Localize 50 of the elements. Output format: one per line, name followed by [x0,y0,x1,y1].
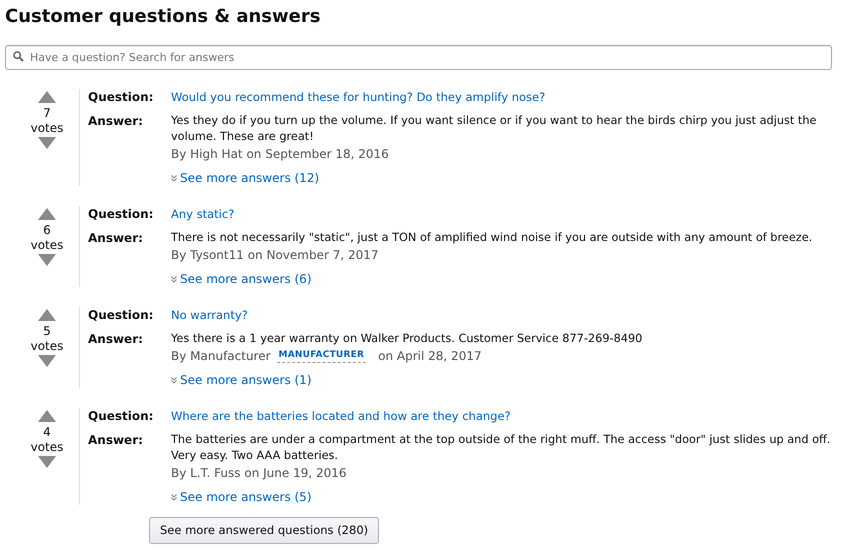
vote-count: 7 [43,105,51,121]
see-more-answers-link[interactable]: See more answers (1) [180,372,312,388]
votes-label: votes [30,121,64,135]
byline: By High Hat on September 18, 2016 [171,146,389,162]
votes-label: votes [30,440,64,454]
search-icon [13,51,24,62]
double-chevron-icon [171,494,177,500]
question-link[interactable]: Where are the batteries located and how are they change? [171,408,511,424]
manufacturer-badge: MANUFACTURER [276,348,366,364]
answer-text: There is not necessarily "static", just a TON of amplified wind noise if you are outside with any amount of breeze. [171,230,812,246]
vote-count: 6 [43,222,51,238]
upvote-icon[interactable] [38,309,56,321]
byline: By L.T. Fuss on June 19, 2016 [171,465,346,481]
see-more-answers-link[interactable]: See more answers (12) [180,170,320,186]
answer-label: Answer: [88,230,144,246]
double-chevron-icon [171,174,177,182]
downvote-icon[interactable] [38,254,56,266]
question-link[interactable]: Would you recommend these for hunting? Do they amplify nose? [171,89,546,105]
byline: By Tysont11 on November 7, 2017 [171,247,379,263]
question-label: Question: [88,408,154,424]
double-chevron-icon [171,276,177,282]
votes-label: votes [30,339,64,353]
question-label: Question: [88,89,154,105]
answer-label: Answer: [88,113,144,129]
see-more-questions-button[interactable]: See more answered questions (280) [149,517,380,544]
downvote-icon[interactable] [38,355,56,367]
answer-text: Yes there is a 1 year warranty on Walker Products. Customer Service 877-269-8490 [171,331,642,347]
see-more-answers-link[interactable]: See more answers (6) [180,271,312,287]
upvote-icon[interactable] [38,208,56,220]
answer-label: Answer: [88,331,144,347]
byline: By Manufacturer [171,348,271,364]
answer-text: Yes they do if you turn up the volume. If you want silence or if you want to hear the birds chirp you just adjust the volume. These are great! [171,113,818,145]
double-chevron-icon [171,376,177,384]
question-link[interactable]: Any static? [171,206,234,222]
page-title: Customer questions & answers [5,6,322,28]
question-label: Question: [88,307,154,323]
downvote-icon[interactable] [38,137,56,149]
search-field[interactable]: Have a question? Search for answers [5,45,832,70]
answer-text: The batteries are under a compartment at the top outside of the right muff. The access "door" just slides up and off. Very easy. Two AAA batteries. [171,432,832,464]
see-more-answers-link[interactable]: See more answers (5) [180,489,312,505]
downvote-icon[interactable] [38,456,56,468]
upvote-icon[interactable] [38,410,56,422]
upvote-icon[interactable] [38,91,56,103]
votes-label: votes [30,238,64,252]
answer-label: Answer: [88,432,144,448]
byline-date: on April 28, 2017 [378,348,482,364]
question-label: Question: [88,206,154,222]
vote-count: 5 [43,323,51,339]
question-link[interactable]: No warranty? [171,307,248,323]
vote-count: 4 [43,424,51,440]
